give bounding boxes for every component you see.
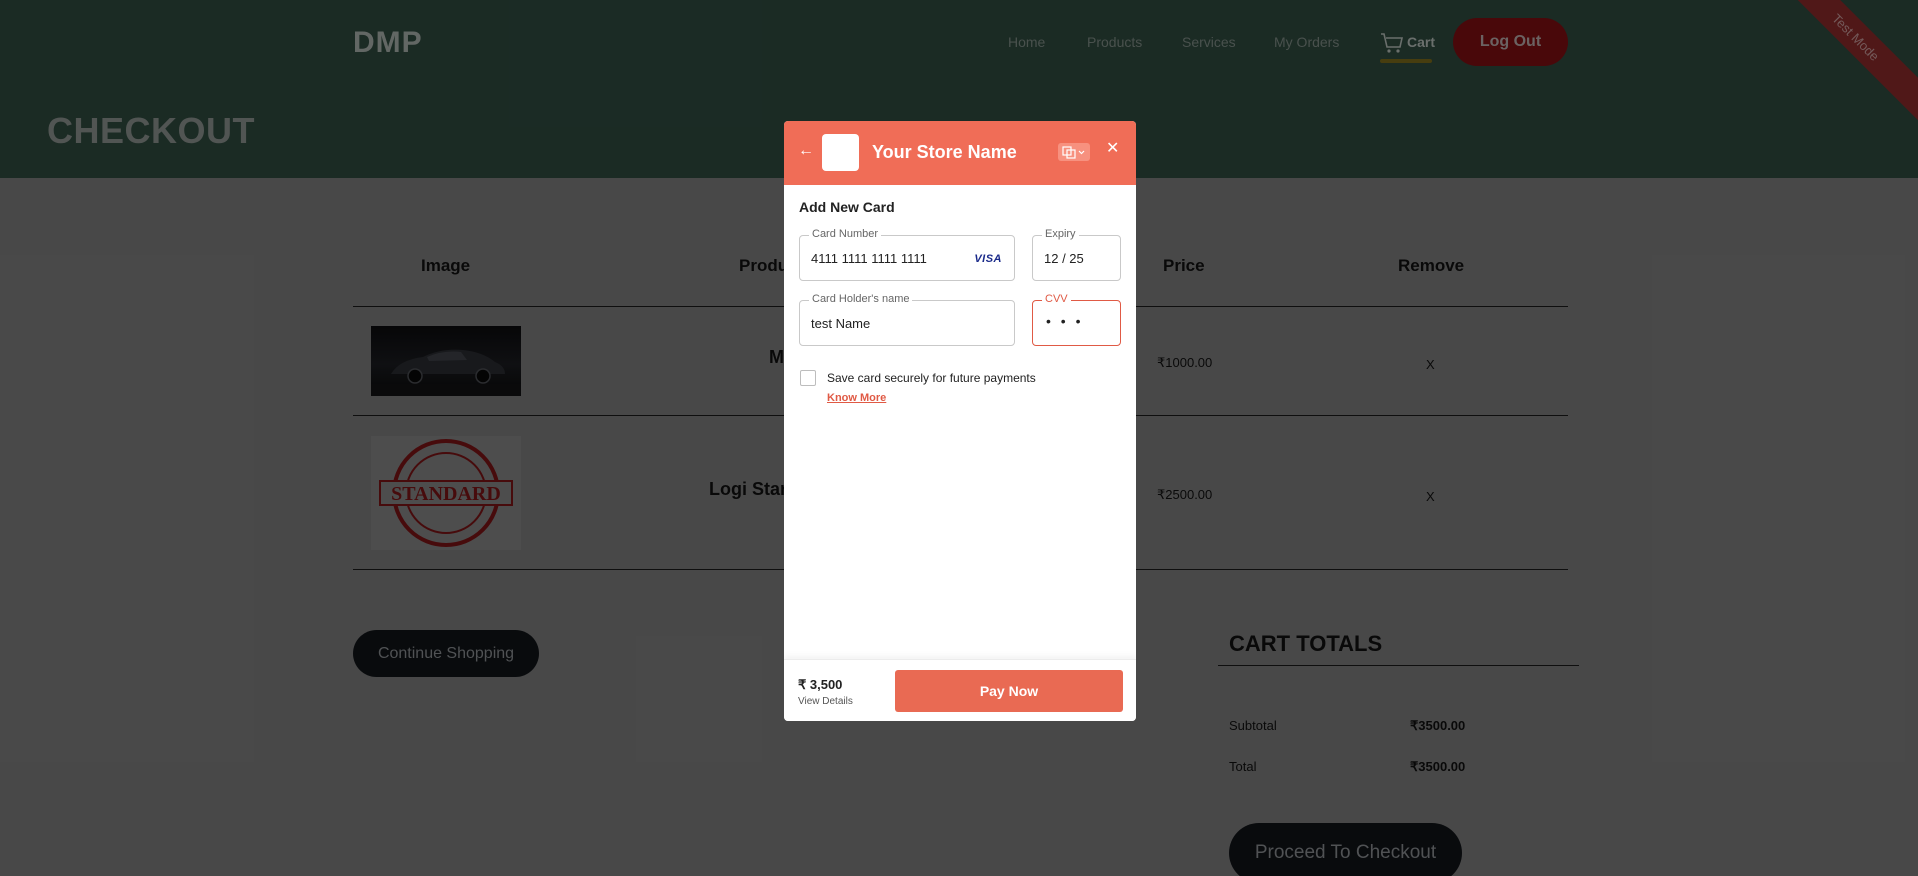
translate-icon: [1062, 146, 1085, 159]
know-more-link[interactable]: Know More: [827, 392, 886, 404]
store-name: Your Store Name: [872, 142, 1017, 162]
add-new-card-title: Add New Card: [799, 199, 895, 215]
cvv-label: CVV: [1042, 293, 1071, 305]
payment-modal-header: ← Your Store Name ✕: [784, 121, 1136, 185]
card-holder-name-label: Card Holder's name: [809, 293, 913, 305]
save-card-checkbox[interactable]: [800, 370, 816, 386]
close-icon[interactable]: ✕: [1106, 141, 1119, 157]
payment-modal: ← Your Store Name ✕ Add New Card Card Nu…: [784, 121, 1136, 721]
payment-modal-footer: ₹ 3,500 View Details Pay Now: [784, 659, 1136, 721]
card-number-label: Card Number: [809, 228, 882, 240]
card-holder-name-field[interactable]: Card Holder's name test Name: [799, 293, 1015, 346]
expiry-value: 12 / 25: [1044, 251, 1084, 266]
store-logo: [822, 134, 859, 171]
cvv-field[interactable]: CVV • • •: [1032, 293, 1121, 346]
visa-icon: VISA: [974, 253, 1002, 265]
language-selector[interactable]: [1058, 143, 1090, 161]
view-details-link[interactable]: View Details: [798, 696, 853, 707]
pay-now-button[interactable]: Pay Now: [895, 670, 1123, 712]
cvv-value: • • •: [1046, 313, 1084, 329]
card-number-field[interactable]: Card Number 4111 1111 1111 1111 VISA: [799, 228, 1015, 281]
card-holder-name-value: test Name: [811, 316, 871, 331]
back-arrow-icon[interactable]: ←: [798, 143, 814, 159]
save-card-label: Save card securely for future payments: [827, 371, 1036, 385]
expiry-field[interactable]: Expiry 12 / 25: [1032, 228, 1121, 281]
card-number-value: 4111 1111 1111 1111: [811, 251, 927, 266]
payment-amount: ₹ 3,500: [798, 677, 843, 692]
expiry-label: Expiry: [1042, 228, 1079, 240]
